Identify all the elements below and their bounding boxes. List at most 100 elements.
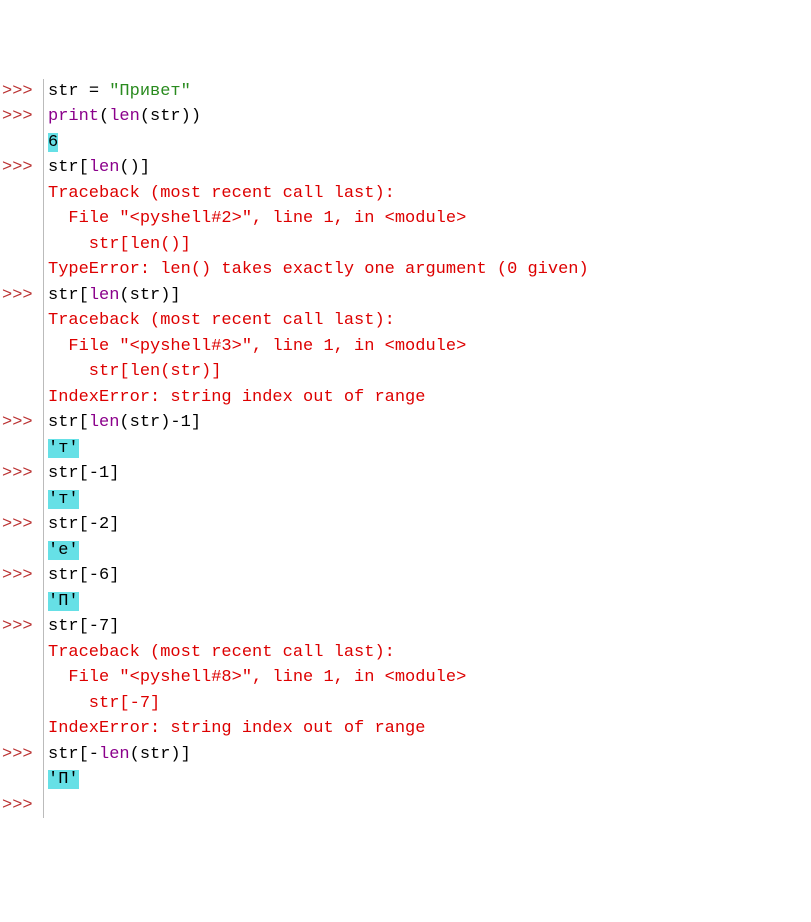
prompt xyxy=(0,359,44,385)
token: str[- xyxy=(48,464,99,483)
shell-line: IndexError: string index out of range xyxy=(0,385,811,411)
token: len xyxy=(99,745,130,764)
token: str[ xyxy=(48,413,89,432)
prompt: >>> xyxy=(0,104,44,130)
prompt: >>> xyxy=(0,793,44,819)
prompt xyxy=(0,665,44,691)
shell-line: IndexError: string index out of range xyxy=(0,716,811,742)
code: 'П' xyxy=(44,589,811,615)
prompt: >>> xyxy=(0,155,44,181)
code: str[-7] xyxy=(44,691,811,717)
token: str[- xyxy=(48,515,99,534)
token: str[- xyxy=(48,617,99,636)
code: print(len(str)) xyxy=(44,104,811,130)
code: File "<pyshell#2>", line 1, in <module> xyxy=(44,206,811,232)
prompt xyxy=(0,767,44,793)
token: (str)] xyxy=(130,745,191,764)
prompt xyxy=(0,257,44,283)
shell-line: File "<pyshell#8>", line 1, in <module> xyxy=(0,665,811,691)
token: = xyxy=(89,82,109,101)
token: (str)) xyxy=(140,107,201,126)
token: IndexError: string index out of range xyxy=(48,719,425,738)
token: File "<pyshell#3>", line 1, in <module> xyxy=(48,337,466,356)
token: print xyxy=(48,107,99,126)
prompt: >>> xyxy=(0,614,44,640)
token: Traceback (most recent call last): xyxy=(48,643,395,662)
code: File "<pyshell#3>", line 1, in <module> xyxy=(44,334,811,360)
shell-line: >>>str[-len(str)] xyxy=(0,742,811,768)
prompt xyxy=(0,436,44,462)
code: 'П' xyxy=(44,767,811,793)
token: len xyxy=(89,286,120,305)
prompt xyxy=(0,334,44,360)
shell-line: Traceback (most recent call last): xyxy=(0,308,811,334)
token: 1 xyxy=(181,413,191,432)
code xyxy=(44,793,811,819)
prompt xyxy=(0,385,44,411)
code: 6 xyxy=(44,130,811,156)
prompt xyxy=(0,130,44,156)
code: File "<pyshell#8>", line 1, in <module> xyxy=(44,665,811,691)
token: 6 xyxy=(99,566,109,585)
shell-line: Traceback (most recent call last): xyxy=(0,640,811,666)
shell-line: TypeError: len() takes exactly one argum… xyxy=(0,257,811,283)
shell-line: >>>str[len(str)-1] xyxy=(0,410,811,436)
token: 6 xyxy=(48,133,58,152)
token: len xyxy=(109,107,140,126)
token: str[-7] xyxy=(48,694,160,713)
token: str[ xyxy=(48,286,89,305)
shell-line: 'е' xyxy=(0,538,811,564)
shell-line: str[-7] xyxy=(0,691,811,717)
token: (str)- xyxy=(119,413,180,432)
token: 2 xyxy=(99,515,109,534)
token: ] xyxy=(109,464,119,483)
code: IndexError: string index out of range xyxy=(44,716,811,742)
token: 'т' xyxy=(48,490,79,509)
token: TypeError: len() takes exactly one argum… xyxy=(48,260,589,279)
shell-line: 'П' xyxy=(0,589,811,615)
shell-line: 'т' xyxy=(0,487,811,513)
token: "Привет" xyxy=(109,82,191,101)
token: File "<pyshell#8>", line 1, in <module> xyxy=(48,668,466,687)
code: str[len()] xyxy=(44,232,811,258)
token: ] xyxy=(191,413,201,432)
code: 'т' xyxy=(44,436,811,462)
token: 'П' xyxy=(48,592,79,611)
token: str[len(str)] xyxy=(48,362,221,381)
shell-line: >>>print(len(str)) xyxy=(0,104,811,130)
idle-shell[interactable]: >>>str = "Привет">>>print(len(str))6>>>s… xyxy=(0,79,811,819)
code: str = "Привет" xyxy=(44,79,811,105)
code: TypeError: len() takes exactly one argum… xyxy=(44,257,811,283)
prompt: >>> xyxy=(0,283,44,309)
prompt xyxy=(0,232,44,258)
prompt: >>> xyxy=(0,512,44,538)
shell-line: >>>str[-6] xyxy=(0,563,811,589)
token: File "<pyshell#2>", line 1, in <module> xyxy=(48,209,466,228)
prompt xyxy=(0,716,44,742)
prompt xyxy=(0,691,44,717)
token: ] xyxy=(109,617,119,636)
prompt: >>> xyxy=(0,742,44,768)
token: IndexError: string index out of range xyxy=(48,388,425,407)
shell-line: >>>str[-1] xyxy=(0,461,811,487)
shell-line: File "<pyshell#2>", line 1, in <module> xyxy=(0,206,811,232)
prompt: >>> xyxy=(0,79,44,105)
prompt xyxy=(0,589,44,615)
token: (str)] xyxy=(119,286,180,305)
token: 1 xyxy=(99,464,109,483)
prompt: >>> xyxy=(0,563,44,589)
shell-line: 'т' xyxy=(0,436,811,462)
code: IndexError: string index out of range xyxy=(44,385,811,411)
code: Traceback (most recent call last): xyxy=(44,640,811,666)
prompt xyxy=(0,206,44,232)
token: 'е' xyxy=(48,541,79,560)
code: str[-2] xyxy=(44,512,811,538)
code: str[-len(str)] xyxy=(44,742,811,768)
prompt xyxy=(0,538,44,564)
code: str[len(str)] xyxy=(44,359,811,385)
token: str[- xyxy=(48,566,99,585)
code: str[len()] xyxy=(44,155,811,181)
code: 'е' xyxy=(44,538,811,564)
code: Traceback (most recent call last): xyxy=(44,181,811,207)
token: str[ xyxy=(48,158,89,177)
